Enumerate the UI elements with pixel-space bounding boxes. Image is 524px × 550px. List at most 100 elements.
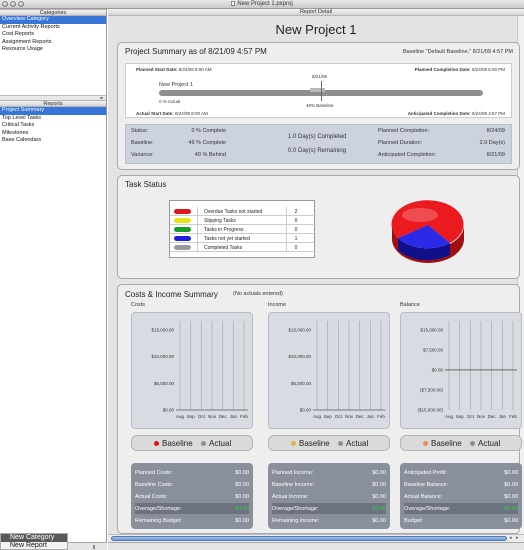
totals-row: Actual Balance: $0.00 (404, 491, 518, 502)
baseline-label: Baseline: (131, 140, 154, 146)
totals-key: Planned Costs: (135, 470, 173, 476)
x-tick-label: Dec (219, 414, 228, 419)
costs-totals: Planned Costs: $0.00 Baseline Costs: $0.00 A… (131, 463, 253, 529)
actual-dot-icon (201, 441, 206, 446)
totals-value: $0.00 (372, 518, 386, 524)
totals-row: Actual Income: $0.00 (272, 491, 386, 502)
totals-value: $0.00 (372, 470, 386, 476)
task-status-card: Task Status Overdue Tasks not started 2 Sl… (117, 175, 520, 279)
status-label: Completed Tasks (204, 244, 243, 251)
totals-value: $0.00 (235, 482, 249, 488)
category-cost-reports[interactable]: Cost Reports (0, 31, 106, 39)
task-status-row: Tasks not yet started 1 (170, 234, 316, 243)
totals-key: Baseline Income: (272, 482, 315, 488)
x-tick-label: Feb (377, 414, 385, 419)
categories-header: Categories (0, 9, 106, 16)
totals-key: Overage/Shortage: (404, 506, 451, 512)
x-tick-label: Jan (499, 414, 507, 419)
totals-row: Anticipated Profit: $0.00 (404, 467, 518, 478)
status-count: 0 (294, 226, 298, 233)
status-count: 2 (294, 208, 298, 215)
y-tick-label: $0.00 (432, 367, 444, 372)
category-resource-usage[interactable]: Resource Usage (0, 46, 106, 54)
income-chart: $15,000.00 $10,000.00 $5,000.00 $0.00 Aug Sep… (268, 312, 390, 429)
report-critical-tasks[interactable]: Critical Tasks (0, 122, 106, 130)
costs-legend: Baseline Actual (131, 435, 253, 451)
report-milestones[interactable]: Milestones (0, 130, 106, 138)
x-tick-label: Aug (313, 414, 322, 419)
actual-dot-icon (338, 441, 343, 446)
project-summary-title: Project Summary as of 8/21/09 4:57 PM (125, 47, 267, 56)
totals-row: Actual Costs: $0.00 (135, 491, 249, 502)
planned-completion-label: Planned Completion: (378, 128, 430, 134)
category-assignment-reports[interactable]: Assignment Reports (0, 39, 106, 47)
document-icon (231, 1, 236, 6)
x-tick-label: Jan (367, 414, 375, 419)
baseline-value: 49 % Complete (188, 140, 226, 146)
income-totals: Planned Income: $0.00 Baseline Income: $0.0… (268, 463, 390, 529)
x-tick-label: Oct (198, 414, 206, 419)
costs-income-title: Costs & Income Summary (125, 290, 218, 299)
totals-row: Overage/Shortage: $0.00 (272, 503, 386, 514)
report-project-summary[interactable]: Project Summary (0, 107, 106, 115)
sidebar-splitter[interactable] (0, 95, 106, 100)
anticipated-completion-value: 8/21/09 (486, 152, 505, 158)
resize-handle-icon[interactable] (93, 545, 95, 549)
task-status-row: Tasks in Progress 0 (170, 225, 316, 234)
x-tick-label: Sep (456, 414, 465, 419)
category-current-activity-reports[interactable]: Current Activity Reports (0, 24, 106, 32)
income-legend: Baseline Actual (268, 435, 390, 451)
project-summary-card: Project Summary as of 8/21/09 4:57 PM Ba… (117, 42, 520, 170)
sidebar: Categories Overview Category Current Acti… (0, 9, 107, 542)
totals-key: Remaining Budget: (135, 518, 182, 524)
x-tick-label: Nov (345, 414, 354, 419)
totals-key: Overage/Shortage: (135, 506, 182, 512)
legend-baseline: Baseline (431, 438, 462, 448)
status-swatch (174, 218, 191, 223)
x-tick-label: Aug (445, 414, 454, 419)
y-tick-label: ($15,000.00) (417, 408, 443, 413)
scroll-left-icon[interactable]: ◂ (509, 535, 512, 541)
report-base-calendars[interactable]: Base Calendars (0, 137, 106, 145)
pie-highlight (402, 208, 438, 222)
totals-value: $0.00 (372, 494, 386, 500)
today-marker-label: 8/21/09 (312, 74, 328, 79)
totals-row: Baseline Income: $0.00 (272, 479, 386, 490)
totals-row: Remaining Budget: $0.00 (135, 515, 249, 526)
totals-value: $0.00 (504, 518, 518, 524)
costs-label: Costs (131, 302, 146, 308)
totals-key: Baseline Balance: (404, 482, 449, 488)
sidebar-footer (68, 542, 107, 550)
scroll-right-icon[interactable]: ▸ (516, 535, 519, 541)
days-remaining: 0.0 Day(s) Remaining (288, 148, 347, 154)
task-status-row: Completed Tasks 0 (170, 243, 316, 252)
x-tick-label: Nov (477, 414, 486, 419)
totals-value: $0.00 (235, 506, 249, 512)
status-swatch (174, 245, 191, 250)
status-swatch (174, 227, 191, 232)
x-tick-label: Oct (335, 414, 343, 419)
x-tick-label: Dec (488, 414, 497, 419)
balance-chart: $15,000.00 $7,500.00 $0.00 ($7,500.00) ($15,… (400, 312, 522, 429)
status-swatch (174, 209, 191, 214)
totals-row: Overage/Shortage: $0.00 (135, 503, 249, 514)
category-overview-category[interactable]: Overview Category (0, 16, 106, 24)
menu-item-new-report[interactable]: New Report (1, 542, 67, 550)
window-titlebar: New Project 1.pxproj (0, 0, 524, 9)
x-tick-label: Oct (467, 414, 475, 419)
costs-income-note: (No actuals entered) (233, 291, 283, 297)
status-count: 1 (294, 235, 298, 242)
timeline-project-name: New Project 1 (159, 82, 194, 88)
menu-item-new-category[interactable]: New Category (1, 534, 67, 542)
horizontal-scrollbar[interactable]: ◂ ▸ (108, 534, 524, 542)
report-detail: Report Detail New Project 1 Project Summ… (108, 9, 524, 542)
anticipated-completion-label: Anticipated Completion: (378, 152, 437, 158)
context-menu: New Category New Report (0, 533, 68, 550)
baseline-percent: 49% Baseline (306, 103, 334, 108)
scrollbar-thumb[interactable] (111, 536, 507, 541)
totals-key: Overage/Shortage: (272, 506, 319, 512)
y-tick-label: $10,000.00 (151, 354, 174, 359)
report-top-level-tasks[interactable]: Top Level Tasks (0, 115, 106, 123)
x-tick-label: Aug (176, 414, 185, 419)
status-swatch (174, 236, 191, 241)
